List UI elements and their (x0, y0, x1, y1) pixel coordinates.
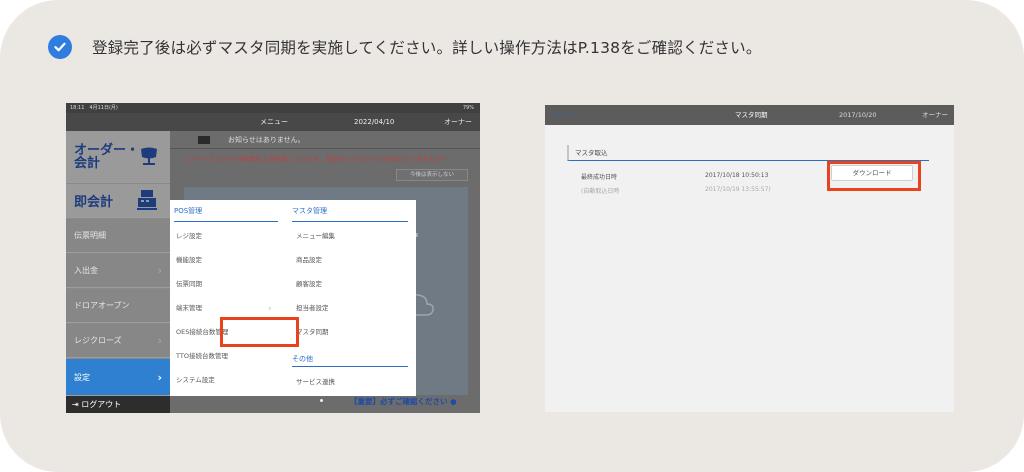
pos-management-header: POS管理 (174, 200, 278, 222)
sidebar-item-order[interactable]: オーダー・ 会計 (66, 131, 170, 183)
logout-label: ログアウト (81, 400, 122, 409)
check-icon (48, 35, 72, 59)
menu-item-service-integration[interactable]: サービス連携 (296, 376, 335, 386)
register-icon (137, 190, 157, 210)
notification-text: お知らせはありません。 (228, 136, 305, 144)
info-icon: ● (450, 397, 457, 406)
sidebar-item-cash-in-out[interactable]: 入出金 › (66, 254, 170, 288)
important-link-text: 【重要】必ずご確認ください (350, 397, 448, 406)
chair-icon (141, 147, 157, 165)
auto-import-label: (自動取込日時 (581, 188, 620, 195)
sidebar-item-register-close[interactable]: レジクローズ › (66, 324, 170, 358)
chevron-right-icon: › (157, 370, 162, 384)
download-highlight (827, 161, 921, 191)
chevron-right-icon: › (157, 264, 162, 277)
master-management-header: マスタ管理 (292, 200, 408, 222)
sidebar-item-label: オーダー・ 会計 (74, 142, 140, 171)
notification-bar: お知らせはありません。 (170, 131, 480, 149)
menu-item-register-settings[interactable]: レジ設定 (176, 230, 202, 240)
logout-icon: ⇥ (72, 400, 79, 409)
mail-icon (198, 136, 210, 144)
header-date: 2022/04/10 (354, 118, 395, 126)
status-bar: 18:11 4月11日(月) 79% (66, 103, 480, 113)
logout-button[interactable]: ⇥ ログアウト (66, 396, 170, 413)
auto-import-value: 2017/10/19 13:55:57) (705, 186, 771, 193)
sidebar-item-label: レジクローズ (74, 336, 122, 345)
menu-item-master-sync[interactable]: マスタ同期 (296, 326, 329, 336)
other-header: その他 (292, 351, 408, 367)
menu-item-menu-edit[interactable]: メニュー編集 (296, 230, 335, 240)
sidebar-item-label: 入出金 (74, 266, 98, 275)
warning-text: レジオープンから24時間以上が経過しています。前日のレジクローズを忘れていません… (182, 155, 449, 163)
status-time: 18:11 4月11日(月) (70, 105, 118, 111)
header-date: 2017/10/20 (839, 111, 877, 119)
menu-item-function-settings[interactable]: 機能設定 (176, 254, 202, 264)
chevron-right-icon: › (268, 304, 272, 314)
hide-notice-button[interactable]: 今後は表示しない (396, 169, 468, 181)
header-title: メニュー (260, 118, 288, 126)
battery-level: 79% (462, 105, 474, 111)
menu-item-system-settings[interactable]: システム設定 (176, 374, 215, 384)
tablet-menu-screen: 18:11 4月11日(月) 79% メニュー 2022/04/10 オーナー … (66, 103, 480, 413)
menu-item-slip-sync[interactable]: 伝票同期 (176, 278, 202, 288)
menu-item-terminal-management[interactable]: 端末管理 (176, 302, 202, 312)
master-sync-highlight (220, 317, 299, 347)
notice-text: 登録完了後は必ずマスタ同期を実施してください。詳しい操作方法はP.138をご確認… (92, 39, 762, 57)
master-sync-header: メニュー マスタ同期 2017/10/20 オーナー (545, 105, 954, 125)
back-button[interactable]: メニュー (551, 105, 575, 125)
header-title: マスタ同期 (735, 111, 768, 119)
tablet-master-sync-screen: メニュー マスタ同期 2017/10/20 オーナー マスタ取込 最終成功日時 … (545, 105, 954, 412)
chevron-right-icon: › (157, 334, 162, 347)
sidebar-item-label: ドロアオープン (74, 301, 130, 310)
menu-item-staff-settings[interactable]: 担当者設定 (296, 302, 329, 312)
last-success-label: 最終成功日時 (581, 174, 618, 181)
page-indicator (320, 399, 323, 402)
sidebar-item-label: 即会計 (74, 195, 114, 210)
sidebar-item-label: 設定 (74, 372, 90, 382)
menu-item-tto-connections[interactable]: TTO接続台数管理 (176, 350, 228, 360)
header-operator: オーナー (444, 118, 472, 126)
sidebar-item-drawer-open[interactable]: ドロアオープン (66, 289, 170, 323)
menu-header: メニュー 2022/04/10 オーナー (66, 113, 480, 131)
section-title: マスタ取込 (567, 145, 929, 161)
settings-popup: POS管理 マスタ管理 レジ設定 機能設定 伝票同期 端末管理 › OES接続台… (170, 200, 416, 396)
sidebar-item-slip-details[interactable]: 伝票明細 (66, 219, 170, 253)
header-operator: オーナー (922, 111, 948, 119)
sidebar-item-quick-checkout[interactable]: 即会計 (66, 184, 170, 218)
sidebar-item-settings[interactable]: 設定 › (66, 359, 170, 396)
important-link[interactable]: 【重要】必ずご確認ください ● (350, 396, 457, 407)
sidebar-item-label: 伝票明細 (74, 231, 106, 240)
last-success-value: 2017/10/18 10:50:13 (705, 172, 769, 179)
menu-item-customer-settings[interactable]: 顧客設定 (296, 278, 322, 288)
menu-item-product-settings[interactable]: 商品設定 (296, 254, 322, 264)
